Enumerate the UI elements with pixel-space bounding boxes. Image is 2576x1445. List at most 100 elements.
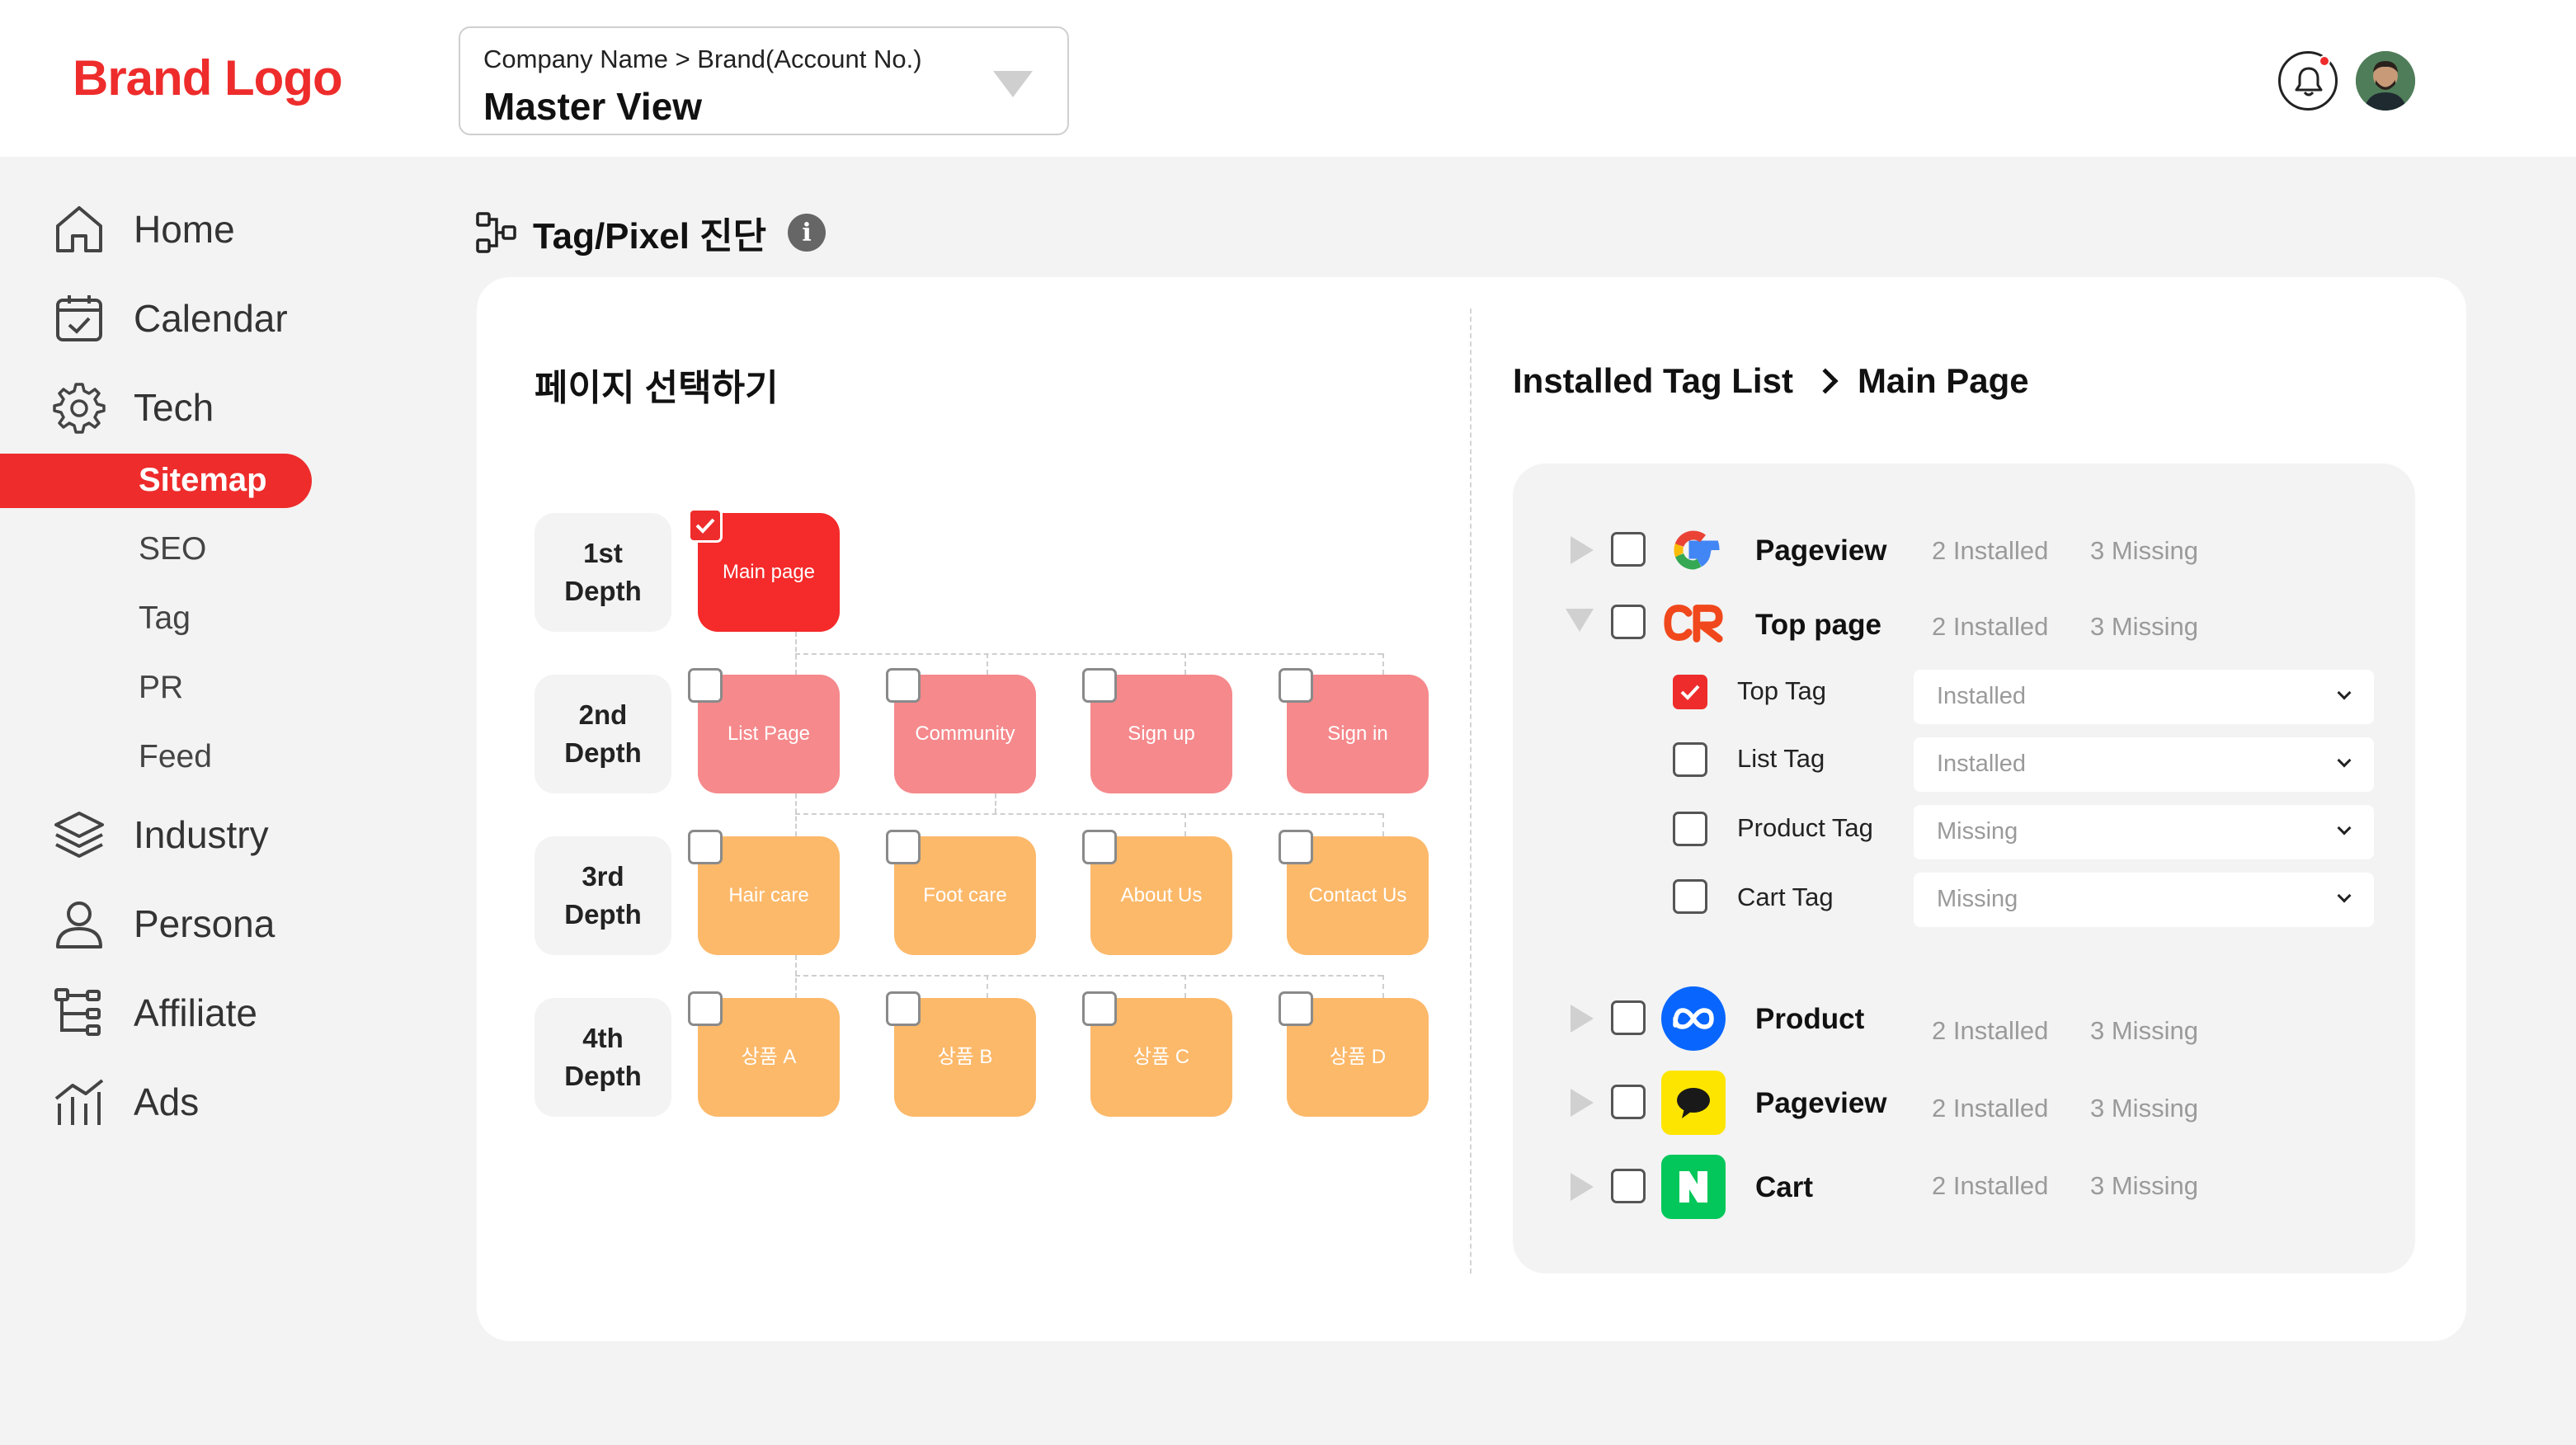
chevron-down-icon xyxy=(2337,888,2352,903)
tag-row-missing: 3 Missing xyxy=(2090,1171,2198,1200)
sub-tag-name: List Tag xyxy=(1737,744,1825,773)
sidebar-item-persona[interactable]: Persona xyxy=(51,892,275,955)
sub-tag-status-select[interactable]: Missing xyxy=(1914,873,2374,927)
check-icon xyxy=(695,518,715,534)
sidebar-item-label: Persona xyxy=(134,902,275,945)
sub-tag-status: Missing xyxy=(1937,818,2018,845)
tag-row-name: Pageview xyxy=(1755,1087,1887,1119)
tag-list-panel xyxy=(1513,464,2415,1273)
page-node-checkbox[interactable] xyxy=(886,668,921,703)
connector-line xyxy=(1184,813,1186,836)
sidebar-item-label: Home xyxy=(134,208,235,251)
page-node-checkbox[interactable] xyxy=(688,830,723,864)
sidebar-sub-label: Sitemap xyxy=(139,462,267,498)
connector-line xyxy=(1382,813,1384,836)
tag-row-checkbox[interactable] xyxy=(1611,1000,1646,1035)
brand-logo[interactable]: Brand Logo xyxy=(73,49,343,106)
sub-tag-status-select[interactable]: Missing xyxy=(1914,805,2374,859)
page-node-label: List Page xyxy=(727,722,811,745)
expand-toggle-icon[interactable] xyxy=(1571,1005,1594,1033)
page-node-checkbox[interactable] xyxy=(1082,668,1117,703)
tag-row-installed: 2 Installed xyxy=(1932,1171,2049,1200)
page-node-checkbox[interactable] xyxy=(886,830,921,864)
tag-row-checkbox[interactable] xyxy=(1611,532,1646,567)
check-icon xyxy=(1680,685,1700,700)
account-selector[interactable]: Company Name > Brand(Account No.) Master… xyxy=(459,26,1069,135)
tag-row-missing: 3 Missing xyxy=(2090,1016,2198,1045)
home-icon xyxy=(51,201,107,257)
tag-row-name: Cart xyxy=(1755,1171,1814,1203)
page-node-checkbox[interactable] xyxy=(886,991,921,1026)
sidebar-sub-seo[interactable]: SEO xyxy=(139,531,206,567)
meta-icon xyxy=(1661,986,1726,1051)
sidebar-item-label: Tech xyxy=(134,386,214,429)
chevron-down-icon xyxy=(993,71,1033,97)
connector-line xyxy=(995,793,996,813)
expand-toggle-icon[interactable] xyxy=(1571,1173,1594,1201)
sub-tag-status: Installed xyxy=(1937,751,2027,777)
sidebar-sub-tag[interactable]: Tag xyxy=(139,600,191,637)
bell-icon xyxy=(2295,67,2323,96)
expand-toggle-icon[interactable] xyxy=(1571,536,1594,564)
sidebar-item-home[interactable]: Home xyxy=(51,198,235,261)
sidebar-item-calendar[interactable]: Calendar xyxy=(51,287,288,350)
layers-icon xyxy=(51,807,107,863)
notification-button[interactable] xyxy=(2278,51,2338,111)
sub-tag-status-select[interactable]: Installed xyxy=(1914,670,2374,724)
sidebar-item-tech[interactable]: Tech xyxy=(51,376,214,439)
sidebar-sub-pr[interactable]: PR xyxy=(139,670,183,706)
tree-icon xyxy=(51,985,107,1041)
page-node-checkbox[interactable] xyxy=(1279,991,1313,1026)
connector-line xyxy=(795,793,797,836)
page-node-checkbox[interactable] xyxy=(688,991,723,1026)
depth-label-1: 1st Depth xyxy=(535,513,671,632)
connector-line xyxy=(1382,975,1384,998)
section-title: 페이지 선택하기 xyxy=(535,368,779,408)
connector-line xyxy=(987,975,988,998)
page-node-checkbox[interactable] xyxy=(688,668,723,703)
page-node-checkbox[interactable] xyxy=(1279,830,1313,864)
page-node-label: Contact Us xyxy=(1308,884,1407,906)
tag-row-checkbox[interactable] xyxy=(1611,1169,1646,1203)
notification-dot xyxy=(2319,55,2330,67)
tag-row-checkbox[interactable] xyxy=(1611,605,1646,639)
page-node-label: Hair care xyxy=(728,884,809,906)
avatar[interactable] xyxy=(2356,51,2415,111)
sidebar-sub-sitemap[interactable]: Sitemap xyxy=(0,454,312,508)
criteo-icon xyxy=(1661,591,1726,655)
sub-tag-checkbox[interactable] xyxy=(1673,879,1707,914)
sidebar-item-industry[interactable]: Industry xyxy=(51,803,269,866)
tag-row-installed: 2 Installed xyxy=(1932,612,2049,641)
page-node-checkbox[interactable] xyxy=(1082,991,1117,1026)
sub-tag-status-select[interactable]: Installed xyxy=(1914,737,2374,792)
sub-tag-checkbox[interactable] xyxy=(1673,812,1707,846)
page-node-checkbox[interactable] xyxy=(1082,830,1117,864)
sub-tag-checkbox[interactable] xyxy=(1673,742,1707,777)
page-node-label: 상품 B xyxy=(937,1046,993,1068)
tag-row-missing: 3 Missing xyxy=(2090,612,2198,641)
expand-toggle-icon[interactable] xyxy=(1571,1089,1594,1117)
info-icon[interactable]: i xyxy=(788,214,826,252)
page-node-label: Main page xyxy=(722,561,816,583)
sidebar-sub-feed[interactable]: Feed xyxy=(139,739,212,775)
page-node-label: Community xyxy=(915,722,1015,745)
collapse-toggle-icon[interactable] xyxy=(1566,609,1594,632)
page-node-label: Sign up xyxy=(1128,722,1195,745)
sidebar-item-label: Industry xyxy=(134,813,269,856)
tag-row-name: Pageview xyxy=(1755,534,1887,567)
depth-label-3: 3rd Depth xyxy=(535,836,671,955)
account-path: Company Name > Brand(Account No.) xyxy=(483,45,922,73)
breadcrumb: Installed Tag List Main Page xyxy=(1513,361,2029,401)
sidebar-item-ads[interactable]: Ads xyxy=(51,1071,199,1133)
sidebar-item-affiliate[interactable]: Affiliate xyxy=(51,981,257,1044)
breadcrumb-root[interactable]: Installed Tag List xyxy=(1513,361,1793,401)
sidebar-item-label: Ads xyxy=(134,1080,200,1123)
sub-tag-name: Top Tag xyxy=(1737,676,1827,705)
tag-row-checkbox[interactable] xyxy=(1611,1085,1646,1119)
panel-divider xyxy=(1470,308,1472,1273)
page-node-checkbox[interactable] xyxy=(688,508,723,543)
depth-label-line1: 2nd xyxy=(578,699,628,730)
page-node-checkbox[interactable] xyxy=(1279,668,1313,703)
sub-tag-checkbox[interactable] xyxy=(1673,675,1707,709)
depth-label-line2: Depth xyxy=(564,576,642,606)
